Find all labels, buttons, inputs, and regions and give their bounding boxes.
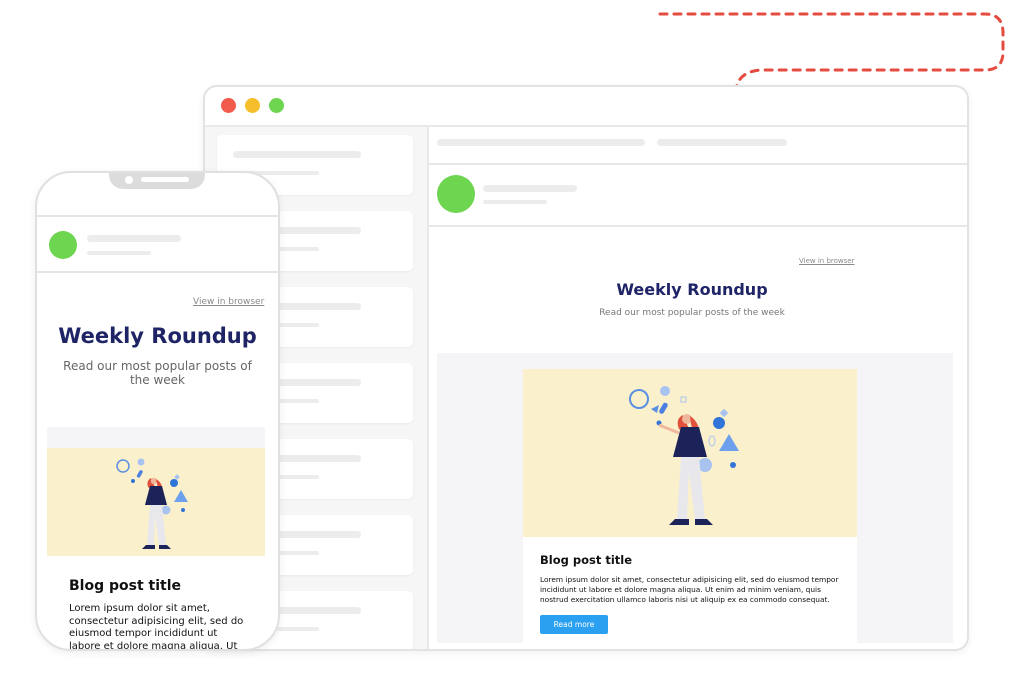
sender-meta-placeholder (483, 200, 547, 204)
camera-icon (125, 176, 133, 184)
blog-post-title: Blog post title (540, 553, 632, 567)
email-header (427, 165, 967, 227)
close-window-button[interactable] (221, 98, 236, 113)
view-in-browser-link[interactable]: View in browser (799, 257, 854, 265)
toolbar-placeholder (437, 139, 645, 146)
newsletter-title: Weekly Roundup (58, 324, 257, 348)
maximize-window-button[interactable] (269, 98, 284, 113)
blog-post-card: Blog post title Lorem ipsum dolor sit am… (523, 537, 857, 643)
browser-titlebar (205, 87, 967, 127)
sender-name-placeholder (483, 185, 577, 192)
view-in-browser-link[interactable]: View in browser (193, 297, 264, 307)
email-toolbar (427, 127, 967, 165)
newsletter-subtitle: Read our most popular posts of the week (599, 308, 785, 318)
sender-name-placeholder (87, 235, 181, 242)
sender-avatar (49, 231, 77, 259)
newsletter-subtitle: Read our most popular posts of the week (63, 359, 252, 387)
sender-meta-placeholder (87, 251, 151, 255)
blog-post-illustration (523, 369, 857, 537)
blog-post-title: Blog post title (69, 578, 181, 594)
mobile-phone-frame: View in browser Weekly Roundup Read our … (35, 171, 280, 651)
blog-post-excerpt: Lorem ipsum dolor sit amet, consectetur … (69, 603, 244, 651)
phone-notch (109, 173, 205, 189)
newsletter-title: Weekly Roundup (616, 280, 768, 299)
blog-post-illustration (47, 448, 265, 556)
minimize-window-button[interactable] (245, 98, 260, 113)
sender-avatar (437, 175, 475, 213)
toolbar-placeholder (657, 139, 787, 146)
email-content-panel: Blog post title Lorem ipsum dolor sit am… (437, 353, 953, 643)
desktop-browser-window: View in browser Weekly Roundup Read our … (203, 85, 969, 651)
illustration-person-juggling-shapes (116, 458, 188, 549)
illustration-person-juggling-shapes (629, 386, 739, 525)
read-more-button[interactable]: Read more (540, 615, 608, 634)
speaker-icon (141, 177, 189, 182)
blog-post-excerpt: Lorem ipsum dolor sit amet, consectetur … (540, 575, 839, 604)
